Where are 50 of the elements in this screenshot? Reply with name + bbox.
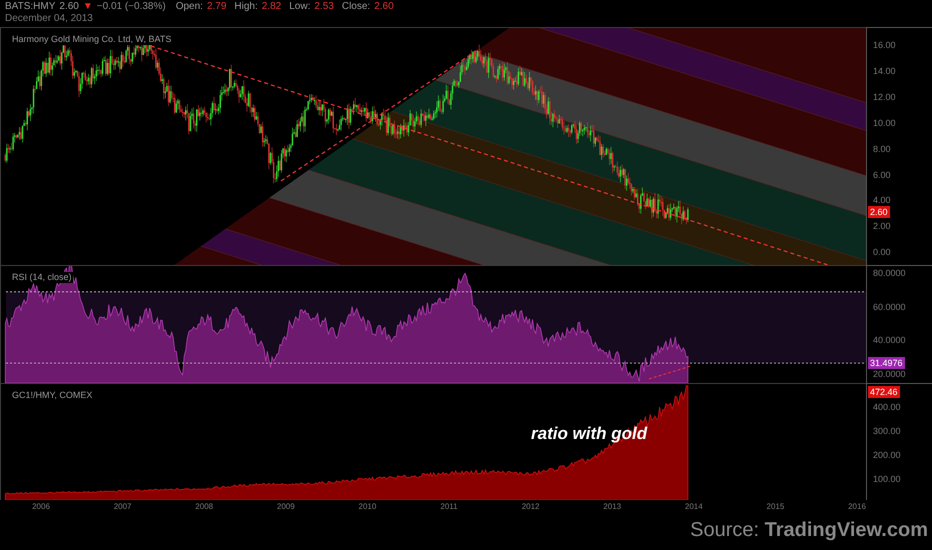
ratio-axis-label: 400.00 [873,402,901,412]
ratio-axis-label: 300.00 [873,426,901,436]
ohlc-label: Low: [289,1,310,13]
rsi-axis-label: 60.0000 [873,302,906,312]
pane-legend: GC1!/HMY, COMEX [11,390,94,401]
year-axis-label: 2013 [603,502,622,512]
year-axis-label: 2009 [276,502,295,512]
ohlc-value: 2.53 [314,1,334,13]
ohlc-value: 2.60 [374,1,394,13]
ratio-axis-label: 100.00 [873,474,901,484]
pane-legend: RSI (14, close) [11,272,73,283]
ohlc-value: 2.82 [262,1,282,13]
price-axis-label: 2.00 [873,221,891,232]
price-axis-label: 0.00 [873,247,891,258]
price-change: −0.01 (−0.38%) [96,1,166,13]
chart-date: December 04, 2013 [5,13,93,25]
last-value-badge: 2.60 [868,206,890,218]
year-axis-label: 2007 [114,502,132,512]
ohlc-label: Open: [176,1,203,13]
pane-legend: Harmony Gold Mining Co. Ltd, W, BATS [11,34,172,45]
year-axis-label: 2014 [684,502,703,512]
rsi-axis-label: 20.0000 [873,368,906,378]
last-value-badge: 31.4976 [868,357,905,369]
price-axis-label: 6.00 [873,170,891,180]
ohlc-label: Close: [342,1,370,13]
price-axis-label: 10.00 [873,118,896,128]
ratio-axis-label: 200.00 [873,450,901,460]
rsi-axis-label: 40.0000 [873,335,906,345]
year-axis-label: 2008 [195,502,214,512]
symbol-label: BATS:HMY [5,1,56,13]
chart-annotation: ratio with gold [531,423,648,445]
ohlc-label: High: [234,1,258,13]
trend-line [648,366,692,380]
price-axis-label: 4.00 [873,195,891,206]
year-axis-label: 2015 [766,502,784,512]
down-arrow-glyph: ▼ [82,1,93,13]
rsi-axis-label: 80.0000 [873,268,906,278]
year-axis-label: 2016 [848,502,866,512]
price-axis-label: 14.00 [873,66,896,76]
price-axis-label: 16.00 [873,40,896,50]
year-axis-label: 2006 [32,502,50,512]
year-axis-label: 2010 [358,502,376,512]
source-credit: Source: TradingView.com [690,518,928,543]
last-value-badge: 472.46 [868,386,900,398]
price-axis-label: 8.00 [873,144,891,154]
year-axis-label: 2012 [522,502,540,512]
year-axis-label: 2011 [440,502,458,512]
price-axis-label: 12.00 [873,92,896,102]
last-price: 2.60 [59,1,79,13]
ohlc-value: 2.79 [206,1,226,13]
